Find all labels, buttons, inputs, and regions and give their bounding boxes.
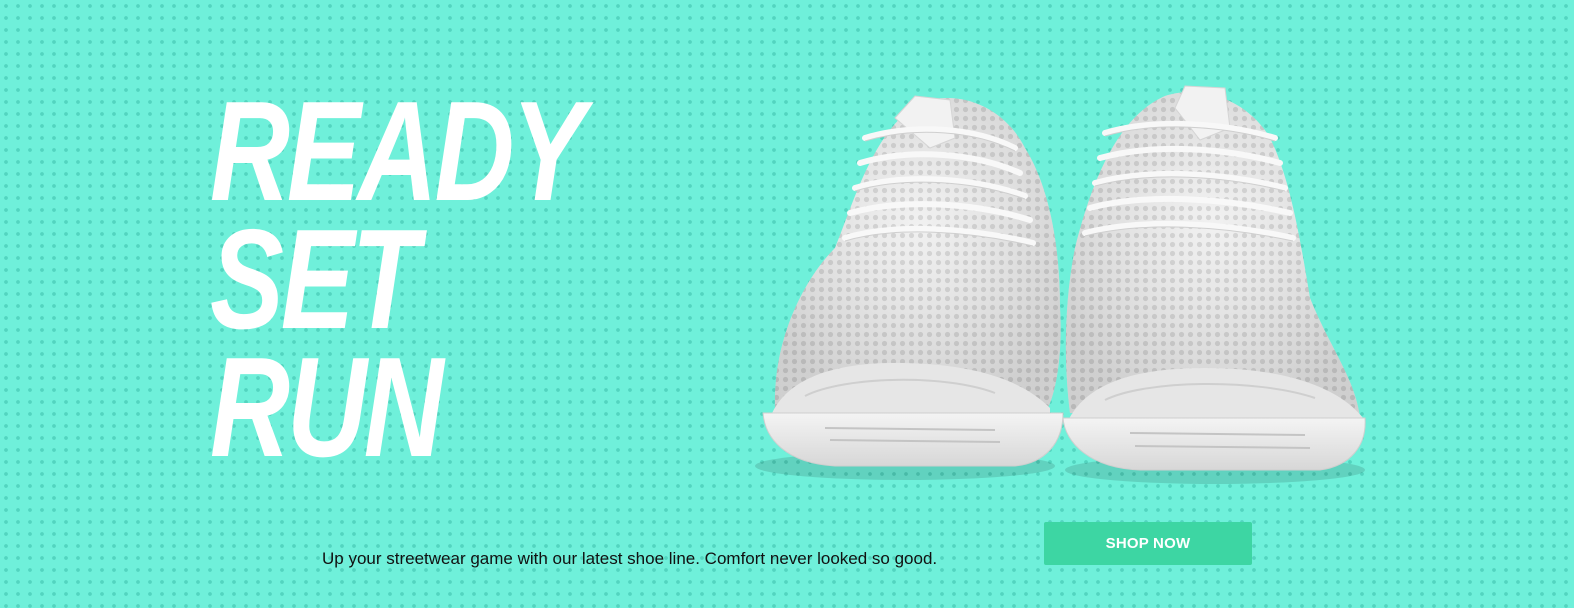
sneakers-image xyxy=(755,85,1366,484)
hero-tagline: Up your streetwear game with our latest … xyxy=(322,549,938,568)
headline-line-set: SET xyxy=(210,200,419,359)
right-shoe xyxy=(1062,85,1366,471)
headline-line-ready: READY xyxy=(210,72,585,231)
shop-now-button[interactable]: SHOP NOW xyxy=(1044,522,1252,565)
headline-line-run: RUN xyxy=(210,328,444,487)
left-shoe xyxy=(762,95,1064,467)
hero-banner: READY SET RUN Up your streetwear game wi… xyxy=(0,0,1574,608)
hero-headline: READY SET RUN xyxy=(210,72,687,487)
